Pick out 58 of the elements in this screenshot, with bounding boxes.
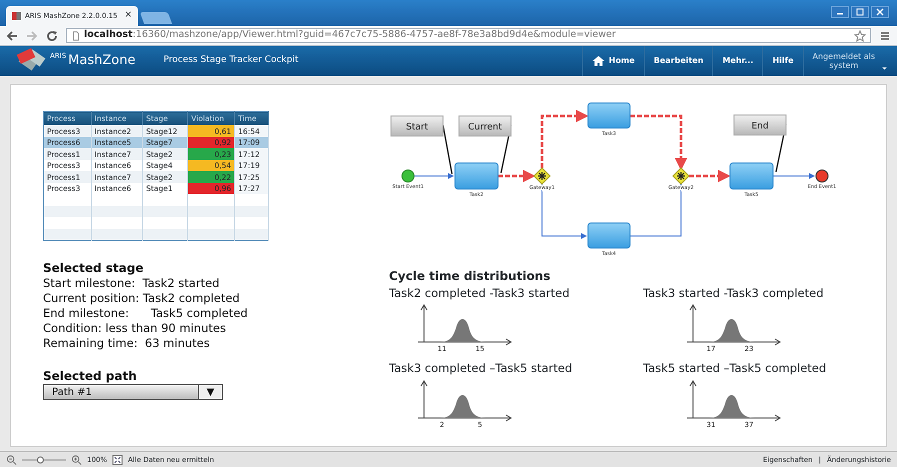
- info-line: Remaining time: 63 minutes: [43, 336, 211, 351]
- flow-arrow: [630, 114, 688, 170]
- flow-arrow: [414, 173, 454, 179]
- flow-arrow: [540, 110, 588, 168]
- close-button[interactable]: [871, 6, 889, 18]
- task-node[interactable]: [454, 162, 498, 190]
- nav-button[interactable]: Hilfe: [762, 46, 803, 76]
- caret-icon: [881, 65, 888, 72]
- brand-name: MashZone: [68, 52, 136, 70]
- tab-close-button[interactable]: ×: [124, 9, 132, 23]
- page-title: Process Stage Tracker Cockpit: [163, 54, 298, 68]
- info-line: Start milestone: Task2 started: [43, 276, 220, 291]
- favicon-icon: [12, 12, 21, 20]
- fit-icon[interactable]: [112, 454, 124, 466]
- star-icon[interactable]: [854, 30, 866, 42]
- flow-arrow: [498, 170, 536, 182]
- gateway-node[interactable]: [672, 167, 690, 185]
- nav-button[interactable]: Mehr...: [712, 46, 762, 76]
- flow-arrow: [689, 170, 730, 182]
- callout-label: Current: [458, 116, 512, 174]
- address-field[interactable]: localhost:16360/mashzone/app/Viewer.html?guid=467c7c75-5886-4757-ae8f-78e3a8bd9d4e&module=viewer: [66, 28, 871, 43]
- user-menu[interactable]: Angemeldet als system: [802, 46, 891, 76]
- chart-title: Task2 completed -Task3 started: [389, 285, 570, 302]
- info-line: Current position: Task2 completed: [43, 290, 241, 306]
- info-line: End milestone: Task5 completed: [43, 306, 249, 321]
- chart-title: Task3 completed –Task5 started: [389, 360, 572, 378]
- maximize-icon: [856, 8, 864, 16]
- start-event[interactable]: [402, 170, 414, 182]
- new-tab-button[interactable]: [140, 12, 172, 24]
- chart-title: Task5 started –Task5 completed: [643, 360, 826, 378]
- zoom-out-icon[interactable]: [6, 454, 17, 466]
- info-line: Condition: less than 90 minutes: [43, 320, 227, 336]
- menu-icon[interactable]: [879, 30, 891, 42]
- reload-icon[interactable]: [46, 30, 58, 42]
- task-node[interactable]: [730, 162, 774, 190]
- task-node[interactable]: [588, 222, 630, 248]
- home-icon: [592, 55, 605, 67]
- path-dropdown[interactable]: Path #1 ▼: [43, 384, 223, 400]
- close-icon: [876, 8, 884, 16]
- section-title: Cycle time distributions: [389, 268, 552, 285]
- chart-title: Task3 started -Task3 completed: [643, 285, 824, 302]
- zoom-in-icon[interactable]: [71, 454, 82, 466]
- section-title: Selected path: [43, 368, 138, 384]
- back-icon[interactable]: [6, 30, 18, 42]
- task-node[interactable]: [588, 102, 630, 128]
- callout-label: End: [734, 114, 787, 172]
- gateway-node[interactable]: [533, 167, 551, 185]
- section-title: Selected stage: [43, 260, 144, 276]
- url-text: localhost:16360/mashzone/app/Viewer.html?guid=467c7c75-5886-4757-ae8f-78e3a8bd9d4e&module=viewer: [84, 29, 616, 42]
- zoom-slider[interactable]: [22, 455, 66, 465]
- callout-label: Start: [390, 116, 453, 174]
- minimize-button[interactable]: [831, 6, 849, 18]
- nav-button[interactable]: Bearbeiten: [644, 46, 712, 76]
- page-icon: [71, 30, 81, 42]
- maximize-button[interactable]: [851, 6, 869, 18]
- nav-button[interactable]: Home: [582, 46, 644, 76]
- flow-arrow: [772, 173, 815, 179]
- end-event[interactable]: [816, 170, 828, 182]
